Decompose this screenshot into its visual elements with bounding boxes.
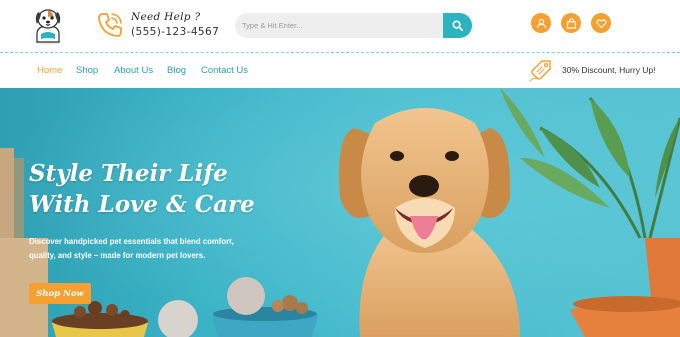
search-input[interactable] [235, 13, 443, 38]
discount-promo-text: 30% Discount, Hurry Up! [562, 65, 656, 75]
discount-tag-icon [529, 60, 551, 82]
search-bar [235, 13, 472, 38]
hero-banner: Style Their Life With Love & Care Discov… [0, 88, 680, 337]
need-help-label: Need Help ? [131, 11, 201, 23]
phone-icon [98, 13, 122, 37]
nav-item-contact-us[interactable]: Contact Us [201, 65, 248, 76]
shop-now-button[interactable]: Shop Now [29, 283, 91, 304]
heart-icon [595, 18, 607, 28]
cart-button[interactable] [561, 13, 581, 33]
phone-number[interactable]: (555)-123-4567 [131, 26, 219, 38]
nav-item-blog[interactable]: Blog [167, 65, 186, 76]
hero-title: Style Their Life With Love & Care [29, 160, 255, 218]
dog-logo-icon[interactable] [29, 4, 67, 46]
search-icon [452, 20, 463, 31]
search-button[interactable] [443, 13, 472, 38]
nav-item-shop[interactable]: Shop [76, 65, 98, 76]
hero-description: Discover handpicked pet essentials that … [29, 237, 234, 260]
nav-item-home[interactable]: Home [37, 65, 62, 76]
shopping-bag-icon [566, 17, 576, 29]
account-button[interactable] [531, 13, 551, 33]
main-nav: Home Shop About Us Blog Contact Us 30% D… [0, 53, 680, 88]
nav-item-about-us[interactable]: About Us [114, 65, 153, 76]
user-icon [536, 18, 546, 28]
wishlist-button[interactable] [591, 13, 611, 33]
top-header: Need Help ? (555)-123-4567 [0, 0, 680, 52]
